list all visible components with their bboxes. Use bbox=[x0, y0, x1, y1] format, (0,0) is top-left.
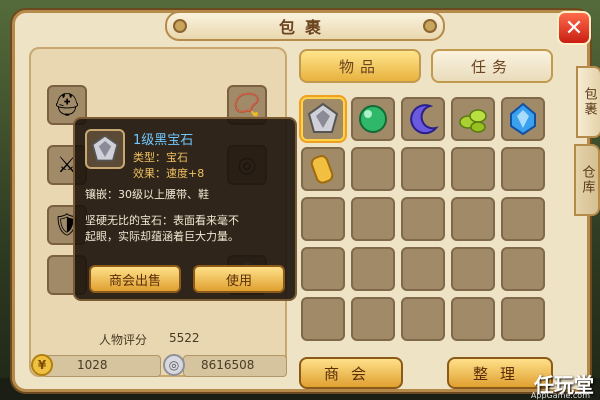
use-button-label: 使用 bbox=[225, 273, 252, 289]
tooltip-inlay-info: 镶嵌：30级以上腰带、鞋 bbox=[85, 188, 209, 201]
tab-items[interactable]: 物品 bbox=[299, 49, 421, 83]
inventory-cell[interactable] bbox=[401, 147, 445, 191]
gold-bar-icon bbox=[310, 155, 334, 184]
inventory-window: 包裹 ✕ ⛑ ⚔ 🛡 📿 ◎ 💍 人物评分 5522 ¥ 1028 ◎ 8616… bbox=[12, 10, 591, 392]
window-title: 包裹 bbox=[278, 18, 331, 37]
tab-quests-label: 任务 bbox=[470, 57, 513, 76]
inventory-cell[interactable] bbox=[451, 247, 495, 291]
silver-amount: 8616508 bbox=[201, 358, 255, 372]
inventory-cell[interactable] bbox=[351, 247, 395, 291]
inventory-cell[interactable] bbox=[351, 147, 395, 191]
inventory-cell[interactable] bbox=[351, 197, 395, 241]
inventory-cell[interactable] bbox=[451, 197, 495, 241]
inventory-cell[interactable] bbox=[451, 147, 495, 191]
inventory-cell[interactable] bbox=[301, 197, 345, 241]
title-knob-right bbox=[423, 19, 437, 33]
inventory-cell[interactable] bbox=[401, 297, 445, 341]
item-tooltip: 1级黑宝石 类型：宝石 效果：速度+8 镶嵌：30级以上腰带、鞋 坚硬无比的宝石… bbox=[73, 117, 297, 301]
watermark-url: AppGame.com bbox=[530, 391, 590, 400]
tooltip-description-2: 起眼，实际却蕴涵着巨大力量。 bbox=[85, 230, 239, 243]
tooltip-item-effect: 效果：速度+8 bbox=[133, 167, 205, 180]
inventory-cell[interactable] bbox=[501, 247, 545, 291]
inventory-cell[interactable] bbox=[501, 297, 545, 341]
silver-coin-icon: ◎ bbox=[163, 354, 185, 376]
necklace-icon: 📿 bbox=[233, 92, 261, 118]
moon-gem-icon bbox=[410, 104, 439, 135]
blue-crystal-icon bbox=[510, 102, 536, 136]
inventory-cell[interactable] bbox=[501, 197, 545, 241]
inventory-grid bbox=[301, 97, 555, 361]
title-knob-left bbox=[173, 19, 187, 33]
rating-value: 5522 bbox=[169, 331, 200, 345]
close-icon: ✕ bbox=[564, 15, 584, 41]
close-button[interactable]: ✕ bbox=[557, 11, 591, 45]
side-tab-warehouse-label: 仓库 bbox=[579, 165, 595, 195]
inventory-cell[interactable] bbox=[301, 247, 345, 291]
inventory-cell[interactable] bbox=[451, 297, 495, 341]
rating-label: 人物评分 bbox=[99, 333, 148, 347]
inventory-cell[interactable] bbox=[301, 297, 345, 341]
inventory-cell[interactable] bbox=[501, 147, 545, 191]
tooltip-gem-icon bbox=[85, 129, 125, 169]
side-tab-warehouse[interactable]: 仓库 bbox=[574, 144, 600, 216]
inventory-cell[interactable] bbox=[401, 247, 445, 291]
sell-button-label: 商会出售 bbox=[108, 273, 161, 289]
tooltip-description-1: 坚硬无比的宝石：表面看来毫不 bbox=[85, 214, 239, 227]
shop-button-label: 商会 bbox=[323, 364, 378, 383]
inventory-cell[interactable] bbox=[401, 197, 445, 241]
tab-items-label: 物品 bbox=[338, 57, 381, 76]
title-bar: 包裹 bbox=[165, 11, 445, 41]
use-button[interactable]: 使用 bbox=[193, 265, 285, 293]
inventory-cell-green-beans[interactable] bbox=[451, 97, 495, 141]
sort-button-label: 整理 bbox=[472, 364, 527, 383]
helmet-icon: ⛑ bbox=[53, 92, 81, 118]
gold-amount: 1028 bbox=[77, 358, 108, 372]
green-orb-icon bbox=[359, 105, 387, 133]
sell-button[interactable]: 商会出售 bbox=[89, 265, 181, 293]
inventory-cell-green-orb[interactable] bbox=[351, 97, 395, 141]
inventory-cell-gold-bar[interactable] bbox=[301, 147, 345, 191]
gold-coin-icon: ¥ bbox=[31, 354, 53, 376]
side-tab-bag[interactable]: 包裹 bbox=[576, 66, 600, 138]
inventory-cell-blue-crystal[interactable] bbox=[501, 97, 545, 141]
green-beans-icon bbox=[459, 109, 487, 133]
inventory-cell-black-gem[interactable] bbox=[301, 97, 345, 141]
black-gem-icon bbox=[91, 134, 119, 162]
inventory-cell-moon-gem[interactable] bbox=[401, 97, 445, 141]
shop-button[interactable]: 商会 bbox=[299, 357, 403, 389]
black-gem-icon bbox=[307, 102, 339, 133]
side-tab-bag-label: 包裹 bbox=[581, 87, 597, 117]
tab-quests[interactable]: 任务 bbox=[431, 49, 553, 83]
tooltip-item-name: 1级黑宝石 bbox=[133, 133, 194, 148]
tooltip-item-type: 类型：宝石 bbox=[133, 151, 188, 164]
inventory-cell[interactable] bbox=[351, 297, 395, 341]
